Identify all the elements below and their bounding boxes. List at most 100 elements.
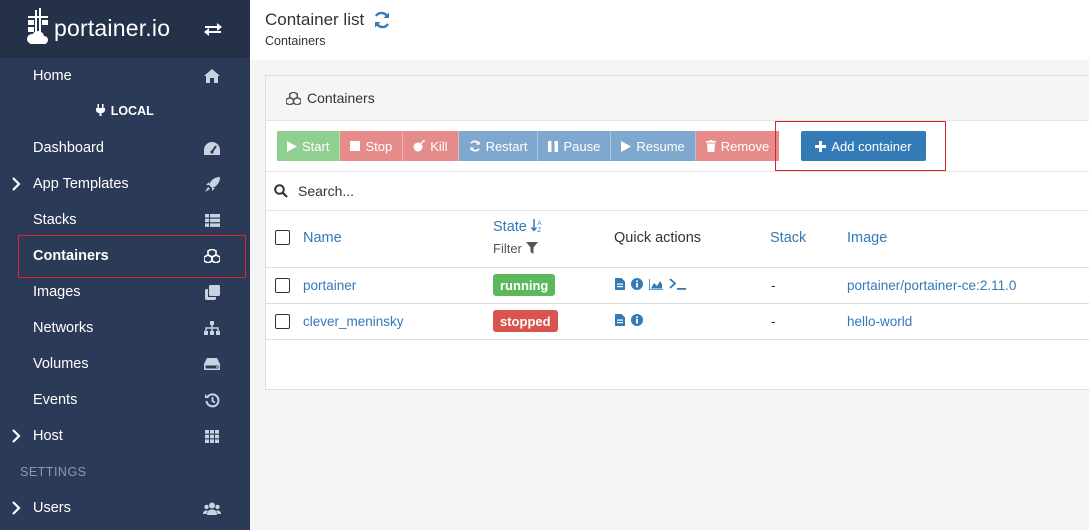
search-icon [274, 184, 288, 198]
sidebar-item-home[interactable]: Home [0, 58, 250, 94]
console-icon[interactable] [669, 278, 687, 290]
sidebar-item-app-templates[interactable]: App Templates [0, 166, 250, 202]
sidebar-item-images[interactable]: Images [0, 274, 250, 310]
pause-icon [548, 140, 559, 152]
column-state[interactable]: State AZ [493, 219, 543, 235]
status-badge: stopped [493, 310, 558, 332]
kill-button[interactable]: Kill [403, 131, 459, 161]
play-icon [621, 140, 632, 152]
play-icon [287, 140, 297, 152]
panel-heading: Containers [266, 76, 1089, 121]
stack-value: - [771, 278, 776, 293]
sidebar-item-host[interactable]: Host [0, 418, 250, 454]
chevron-right-icon [12, 429, 21, 443]
sidebar-item-users[interactable]: Users [0, 490, 250, 526]
stack-value: - [771, 314, 776, 329]
table-row: clever_meninsky stopped - hello-world [266, 304, 1089, 340]
sidebar-item-label: Volumes [33, 356, 89, 372]
column-stack[interactable]: Stack [770, 230, 806, 246]
panel-title: Containers [307, 90, 375, 106]
sidebar-item-label: Users [33, 500, 71, 516]
sidebar-item-label: Home [33, 68, 72, 84]
pause-button[interactable]: Pause [538, 131, 612, 161]
sidebar-item-label: Networks [33, 320, 94, 336]
logs-icon[interactable] [615, 278, 625, 290]
status-badge: running [493, 274, 556, 296]
portainer-logo[interactable]: portainer.io [26, 8, 170, 48]
sidebar-item-label: Host [33, 428, 63, 444]
container-name-link[interactable]: portainer [303, 278, 356, 293]
container-actions-toolbar: Start Stop Kill Restart Pause Resume Rem… [277, 131, 780, 161]
logs-icon[interactable] [615, 314, 625, 326]
select-all-checkbox[interactable] [275, 230, 290, 245]
sidebar-item-label: Images [33, 284, 81, 300]
users-icon [203, 499, 221, 517]
page-header: Container list Containers [250, 0, 1089, 60]
column-name[interactable]: Name [303, 230, 342, 246]
stats-chart-icon[interactable] [649, 278, 663, 290]
sidebar-item-networks[interactable]: Networks [0, 310, 250, 346]
sidebar-item-dashboard[interactable]: Dashboard [0, 130, 250, 166]
history-icon [203, 391, 221, 409]
table-header: Name State AZ Filter Quick actions Stack… [266, 211, 1089, 268]
cubes-icon [286, 91, 301, 105]
add-container-highlight [775, 121, 946, 171]
restart-button[interactable]: Restart [458, 131, 539, 161]
refresh-icon[interactable] [373, 11, 391, 29]
trash-icon [705, 140, 716, 152]
table-row: portainer running - portainer/portainer-… [266, 268, 1089, 304]
th-list-icon [203, 211, 221, 229]
home-icon [203, 67, 221, 85]
page-title-row: Container list [265, 10, 391, 30]
filter-icon [525, 242, 538, 254]
row-checkbox[interactable] [275, 314, 290, 329]
logo-text: portainer.io [54, 14, 171, 41]
sidebar-item-label: Dashboard [33, 140, 104, 156]
svg-text:Z: Z [537, 228, 541, 232]
quick-actions [615, 314, 643, 326]
chevron-right-icon [12, 501, 21, 515]
sidebar-item-stacks[interactable]: Stacks [0, 202, 250, 238]
sort-icon: AZ [530, 219, 541, 234]
sidebar: portainer.io Home LOCAL Dashboard App Te… [0, 0, 250, 530]
clone-icon [203, 283, 221, 301]
search-bar[interactable]: Search... [266, 171, 1089, 211]
info-icon[interactable] [631, 314, 643, 326]
refresh-icon [469, 140, 480, 152]
stop-icon [350, 141, 361, 151]
remove-button[interactable]: Remove [695, 131, 780, 161]
info-icon[interactable] [631, 278, 643, 290]
column-quick-actions: Quick actions [614, 230, 702, 246]
image-link[interactable]: portainer/portainer-ce:2.11.0 [847, 278, 1016, 293]
row-checkbox[interactable] [275, 278, 290, 293]
svg-text:A: A [537, 221, 541, 227]
page-title: Container list [265, 10, 365, 29]
exchange-icon[interactable] [203, 21, 223, 37]
chevron-right-icon [12, 177, 21, 191]
stop-button[interactable]: Stop [340, 131, 404, 161]
sidebar-item-label: Stacks [33, 212, 77, 228]
portainer-logo-icon [27, 8, 48, 44]
bomb-icon [413, 140, 426, 152]
column-image[interactable]: Image [847, 230, 887, 246]
search-input[interactable]: Search... [298, 183, 354, 199]
hdd-icon [203, 355, 221, 373]
active-item-highlight [18, 235, 246, 278]
endpoint-local-label: LOCAL [0, 104, 250, 118]
sidebar-brand: portainer.io [0, 0, 250, 58]
sidebar-item-volumes[interactable]: Volumes [0, 346, 250, 382]
plug-icon [96, 104, 106, 116]
rocket-icon [203, 175, 221, 193]
image-link[interactable]: hello-world [847, 314, 912, 329]
start-button[interactable]: Start [277, 131, 341, 161]
state-filter[interactable]: Filter [493, 241, 538, 256]
sidebar-item-events[interactable]: Events [0, 382, 250, 418]
quick-actions [615, 278, 687, 290]
containers-panel: Containers Start Stop Kill Restart Pause… [265, 75, 1089, 390]
resume-button[interactable]: Resume [611, 131, 696, 161]
breadcrumb: Containers [265, 34, 326, 48]
container-name-link[interactable]: clever_meninsky [303, 314, 404, 329]
sidebar-item-label: App Templates [33, 176, 129, 192]
tachometer-icon [203, 139, 221, 157]
sidebar-item-label: Events [33, 392, 78, 408]
